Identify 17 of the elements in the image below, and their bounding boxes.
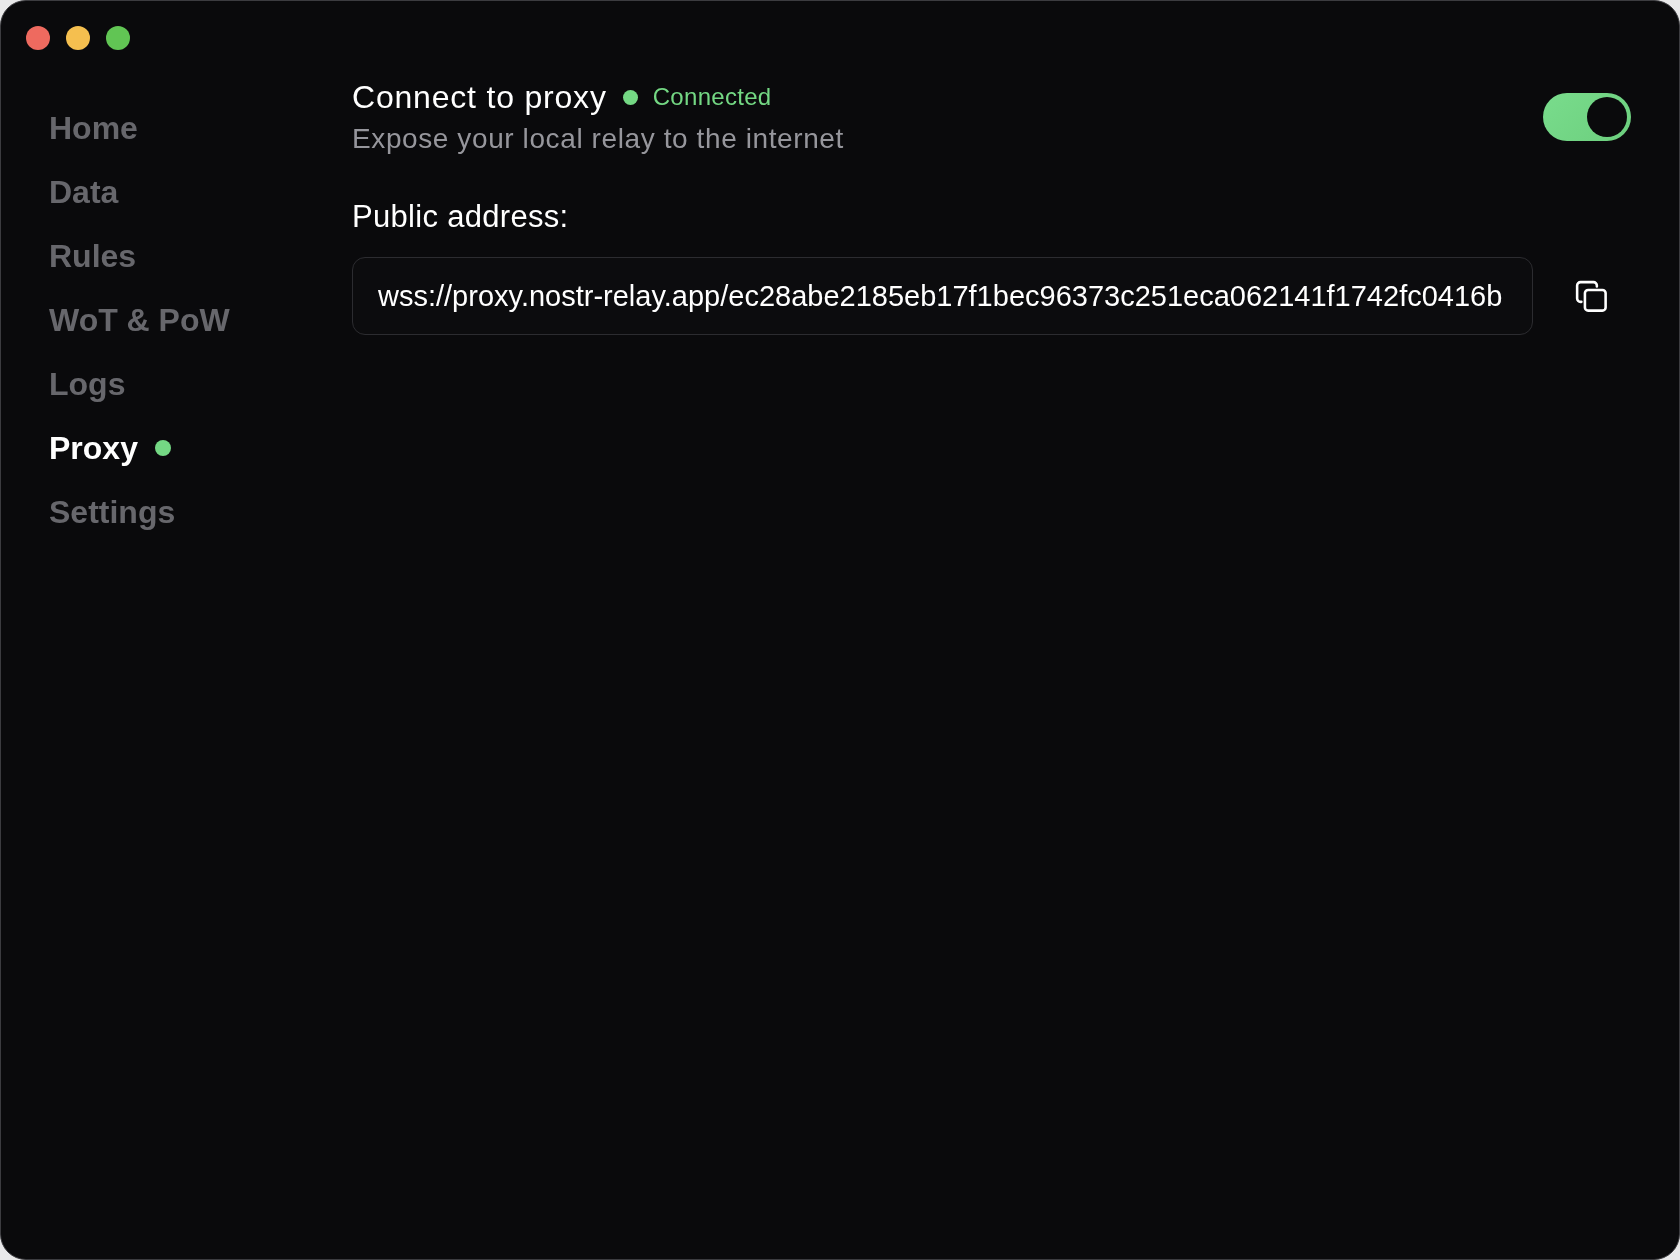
close-button[interactable] bbox=[26, 26, 50, 50]
sidebar-item[interactable]: Home bbox=[49, 108, 138, 148]
sidebar-item[interactable]: Data bbox=[49, 172, 119, 212]
section-title: Connect to proxy bbox=[352, 78, 607, 117]
address-field[interactable]: wss://proxy.nostr-relay.app/ec28abe2185eb17f1bec96373c251eca062141f1742fc0416b bbox=[352, 257, 1533, 335]
sidebar-item[interactable]: Settings bbox=[49, 492, 176, 532]
sidebar-item[interactable]: Logs bbox=[49, 364, 126, 404]
sidebar-item[interactable]: Proxy bbox=[49, 428, 138, 468]
field-label: Public address: bbox=[352, 199, 569, 234]
toggle-switch[interactable] bbox=[1543, 93, 1631, 141]
section-description: Expose your local relay to the internet bbox=[352, 123, 844, 154]
status-label: Connected bbox=[652, 82, 772, 112]
zoom-button[interactable] bbox=[106, 26, 130, 50]
minimize-button[interactable] bbox=[66, 26, 90, 50]
copy-icon bbox=[1575, 280, 1607, 312]
sidebar-item[interactable]: Rules bbox=[49, 236, 137, 276]
sidebar-item[interactable]: WoT & PoW bbox=[49, 300, 230, 340]
